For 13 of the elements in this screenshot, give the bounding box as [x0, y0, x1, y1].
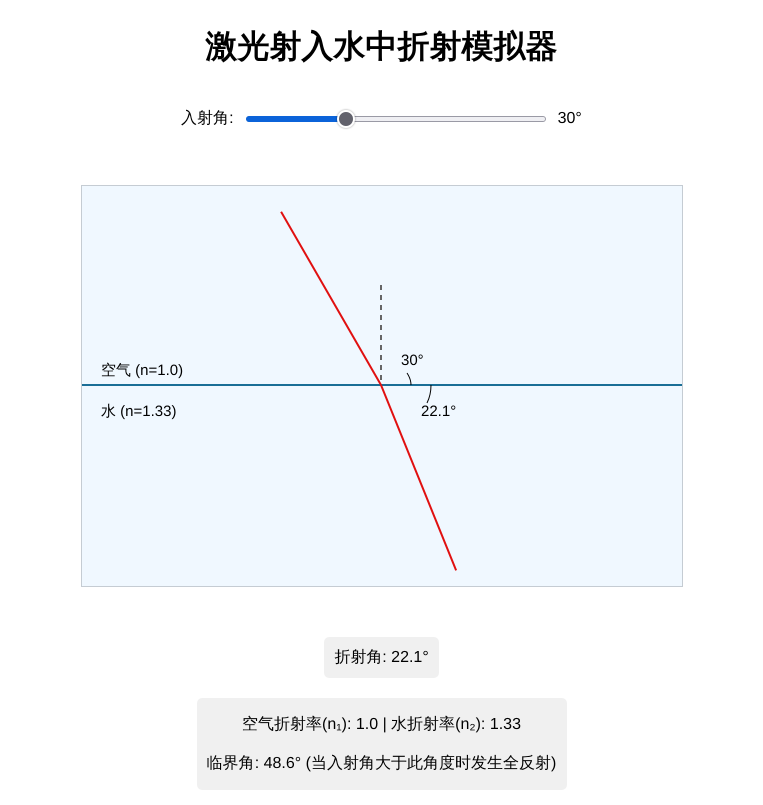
water-label: 水 (n=1.33)	[100, 403, 176, 420]
slider-label: 入射角:	[181, 108, 234, 129]
info-text: 临界角: 48.6° (当入射角大于此角度时发生全反射)	[206, 754, 556, 774]
refracted-angle-label: 22.1°	[420, 403, 456, 420]
air-label: 空气 (n=1.0)	[100, 362, 183, 379]
slider-thumb[interactable]	[336, 110, 355, 128]
info-text: 空气折射率(n₁): 1.0 | 水折射率(n₂): 1.33	[242, 714, 521, 735]
incident-angle-label: 30°	[400, 352, 424, 369]
incident-angle-arc	[406, 372, 411, 386]
refraction-result: 折射角: 22.1°	[324, 637, 439, 678]
refracted-angle-arc	[426, 384, 431, 404]
page-title: 激光射入水中折射模拟器	[206, 27, 558, 66]
slider-value: 30°	[558, 110, 582, 128]
